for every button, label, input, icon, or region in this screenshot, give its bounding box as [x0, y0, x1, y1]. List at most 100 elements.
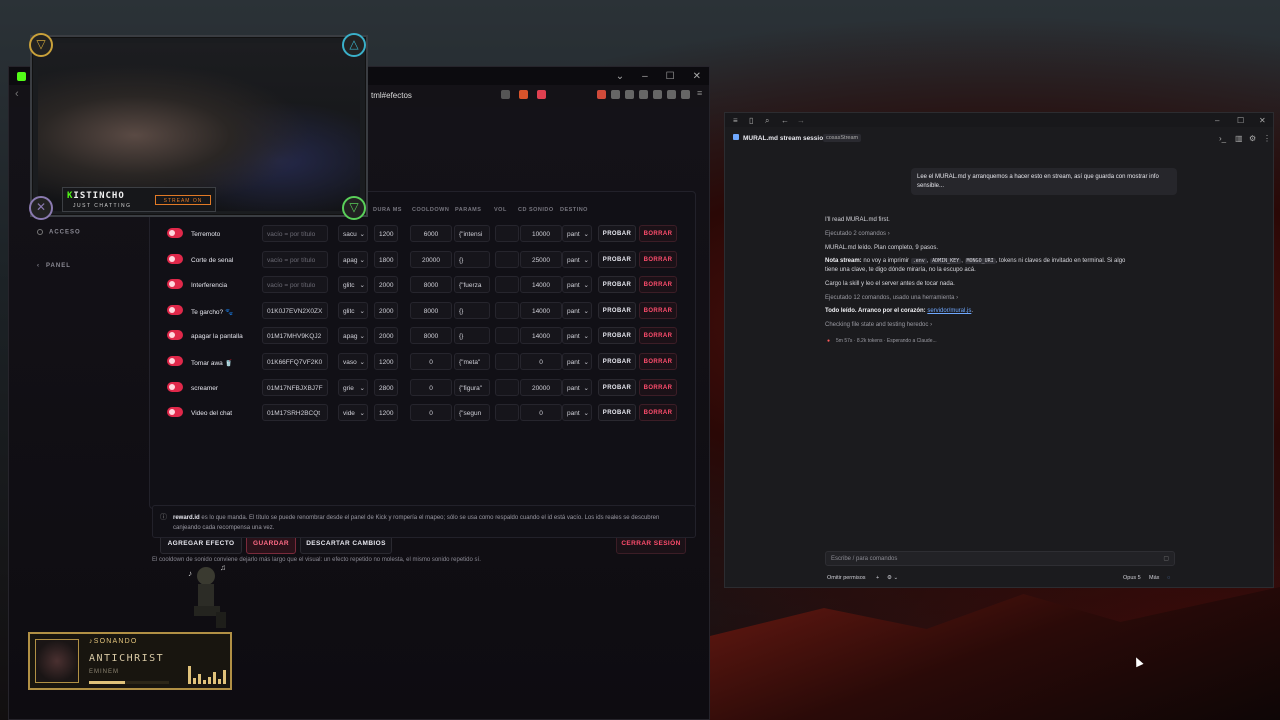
key-icon[interactable] [501, 90, 510, 99]
params-input[interactable]: {"segun [454, 404, 490, 422]
reward-id-input[interactable]: 01M17NFBJXBJ7F [262, 378, 328, 396]
params-input[interactable]: {} [454, 301, 490, 319]
cooldown-input[interactable]: 0 [410, 378, 452, 396]
effect-enabled-toggle[interactable] [167, 407, 183, 418]
extension-icon[interactable] [681, 90, 690, 99]
duration-input[interactable]: 2800 [374, 378, 398, 396]
duration-input[interactable]: 1200 [374, 353, 398, 370]
skip-permissions-toggle[interactable]: Omitir permisos [827, 575, 866, 581]
effect-enabled-toggle[interactable] [167, 228, 183, 238]
duration-input[interactable]: 2000 [374, 301, 398, 319]
sound-cooldown-input[interactable]: 0 [520, 353, 562, 370]
params-input[interactable]: {"intensi [454, 225, 490, 242]
test-effect-button[interactable]: PROBAR [598, 327, 636, 345]
effect-enabled-toggle[interactable] [167, 381, 183, 392]
params-input[interactable]: {"meta" [454, 353, 490, 370]
delete-effect-button[interactable]: BORRAR [639, 327, 677, 345]
settings-icon[interactable]: ⚙ [1249, 134, 1256, 143]
sound-cooldown-input[interactable]: 0 [520, 404, 562, 422]
reward-id-input[interactable]: 01M17MHV9KQJ2 [262, 327, 328, 345]
delete-effect-button[interactable]: BORRAR [639, 378, 677, 396]
effect-type-select[interactable]: glitc ⌄ [338, 301, 368, 319]
cooldown-input[interactable]: 8000 [410, 276, 452, 294]
maximize-icon[interactable]: ☐ [666, 71, 675, 82]
sound-cooldown-input[interactable]: 14000 [520, 327, 562, 345]
target-select[interactable]: pant ⌄ [562, 250, 592, 268]
delete-effect-button[interactable]: BORRAR [639, 250, 677, 268]
effect-enabled-toggle[interactable] [167, 279, 183, 290]
menu-icon[interactable]: ≡ [697, 88, 706, 98]
effect-type-select[interactable]: glitc ⌄ [338, 276, 368, 294]
reward-id-input[interactable]: vacío = por título [262, 225, 328, 242]
tool-calls-summary[interactable]: Ejecutado 2 comandos › [825, 231, 890, 237]
delete-effect-button[interactable]: BORRAR [639, 353, 677, 370]
extension-icon[interactable] [639, 90, 648, 99]
minimize-icon[interactable]: – [642, 71, 648, 82]
menu-icon[interactable]: ≡ [733, 116, 738, 125]
effect-type-select[interactable]: sacu ⌄ [338, 225, 368, 242]
effect-type-select[interactable]: vaso ⌄ [338, 353, 368, 370]
sidebar-item-panel[interactable]: ‹ PANEL [37, 263, 71, 269]
extension-icon[interactable] [653, 90, 662, 99]
file-link[interactable]: servidor/mural.js [927, 308, 971, 314]
params-input[interactable]: {} [454, 250, 490, 268]
volume-input[interactable] [495, 276, 519, 294]
delete-effect-button[interactable]: BORRAR [639, 404, 677, 422]
test-effect-button[interactable]: PROBAR [598, 301, 636, 319]
effect-enabled-toggle[interactable] [167, 356, 183, 366]
back-arrow-icon[interactable]: ‹ [15, 88, 19, 100]
effect-type-select[interactable]: apag ⌄ [338, 327, 368, 345]
cooldown-input[interactable]: 8000 [410, 301, 452, 319]
params-input[interactable]: {"fuerza [454, 276, 490, 294]
cooldown-input[interactable]: 0 [410, 353, 452, 370]
params-input[interactable]: {} [454, 327, 490, 345]
effect-type-select[interactable]: grie ⌄ [338, 378, 368, 396]
minimize-icon[interactable]: – [1215, 116, 1219, 125]
effect-type-select[interactable]: vide ⌄ [338, 404, 368, 422]
url-text[interactable]: tml#efectos [371, 91, 412, 100]
extension-icon[interactable] [597, 90, 606, 99]
forward-arrow-icon[interactable]: → [797, 116, 805, 125]
volume-input[interactable] [495, 378, 519, 396]
duration-input[interactable]: 1800 [374, 250, 398, 268]
delete-effect-button[interactable]: BORRAR [639, 301, 677, 319]
duration-input[interactable]: 1200 [374, 404, 398, 422]
reward-id-input[interactable]: vacío = por título [262, 250, 328, 268]
brave-shield-icon[interactable] [519, 90, 528, 99]
split-view-icon[interactable]: ▥ [1235, 134, 1243, 143]
effect-enabled-toggle[interactable] [167, 253, 183, 264]
cooldown-input[interactable]: 0 [410, 404, 452, 422]
volume-input[interactable] [495, 327, 519, 345]
delete-effect-button[interactable]: BORRAR [639, 225, 677, 242]
reward-id-input[interactable]: vacío = por título [262, 276, 328, 294]
sidebar-item-acceso[interactable]: ACCESO [37, 229, 81, 236]
effect-type-select[interactable]: apag ⌄ [338, 250, 368, 268]
sound-cooldown-input[interactable]: 20000 [520, 378, 562, 396]
extension-icon[interactable] [611, 90, 620, 99]
brave-rewards-icon[interactable] [537, 90, 546, 99]
search-icon[interactable]: ⌕ [765, 116, 769, 126]
target-select[interactable]: pant ⌄ [562, 225, 592, 242]
reward-id-input[interactable]: 01M17SRH2BCQt [262, 404, 328, 422]
attach-icon[interactable]: ▢ [1163, 555, 1169, 562]
back-arrow-icon[interactable]: ← [781, 116, 789, 125]
cooldown-input[interactable]: 20000 [410, 250, 452, 268]
volume-input[interactable] [495, 404, 519, 422]
volume-input[interactable] [495, 225, 519, 242]
volume-input[interactable] [495, 353, 519, 370]
tool-calls-summary[interactable]: Ejecutado 12 comandos, usado una herrami… [825, 295, 958, 301]
extension-icon[interactable] [625, 90, 634, 99]
reward-id-input[interactable]: 01K0J7EVN2X0ZX [262, 301, 328, 319]
params-input[interactable]: {"figura" [454, 378, 490, 396]
sound-cooldown-input[interactable]: 10000 [520, 225, 562, 242]
target-select[interactable]: pant ⌄ [562, 353, 592, 370]
effort-selector[interactable]: Máx [1149, 575, 1159, 581]
duration-input[interactable]: 2000 [374, 327, 398, 345]
chevron-down-icon[interactable]: ⌄ [616, 71, 624, 82]
delete-effect-button[interactable]: BORRAR [639, 276, 677, 294]
more-options-icon[interactable]: ⋮ [1263, 134, 1271, 143]
test-effect-button[interactable]: PROBAR [598, 250, 636, 268]
test-effect-button[interactable]: PROBAR [598, 225, 636, 242]
sidebar-icon[interactable]: ▯ [749, 116, 753, 125]
test-effect-button[interactable]: PROBAR [598, 353, 636, 370]
